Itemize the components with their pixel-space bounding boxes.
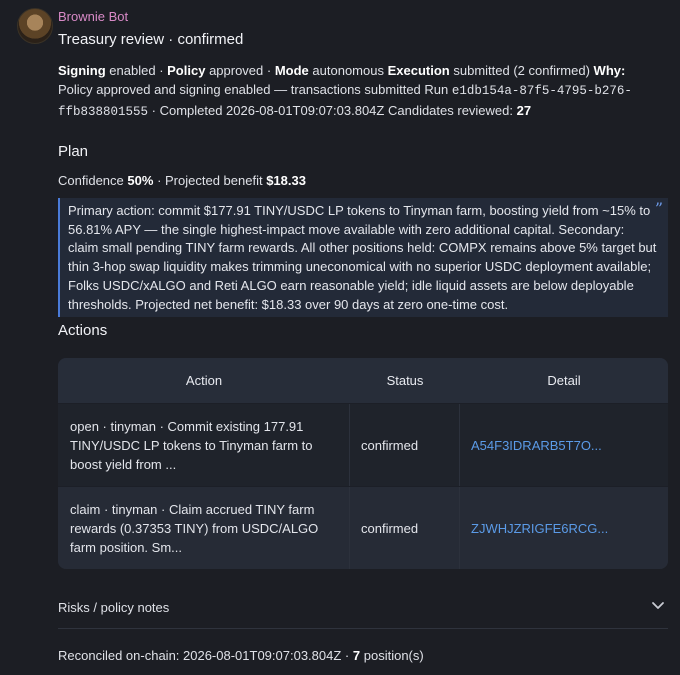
quote-icon: ”	[654, 199, 663, 218]
row-status: confirmed	[350, 487, 460, 569]
plan-heading: Plan	[58, 143, 89, 160]
why-label: Why:	[593, 63, 626, 78]
policy-value: approved	[209, 63, 264, 78]
row-detail-link[interactable]: A54F3IDRARB5T7O...	[460, 404, 668, 486]
row-action: open · tinyman · Commit existing 177.91 …	[58, 404, 350, 486]
execution-value: submitted (2 confirmed)	[453, 63, 590, 78]
actions-heading: Actions	[58, 322, 108, 339]
completed-text: · Completed 2026-08-01T09:07:03.804Z	[151, 103, 385, 118]
policy-label: Policy	[167, 63, 206, 78]
bot-avatar	[17, 8, 53, 44]
risks-label: Risks / policy notes	[58, 600, 170, 615]
mode-value: autonomous	[312, 63, 384, 78]
candidates-label: Candidates reviewed:	[387, 103, 514, 118]
benefit-label: · Projected benefit	[157, 173, 263, 188]
why-text: Policy approved and signing enabled — tr…	[58, 82, 421, 97]
reconciled-text: Reconciled on-chain: 2026-08-01T09:07:03…	[58, 648, 350, 663]
positions-value: 7	[352, 648, 361, 663]
plan-summary-quote: Primary action: commit $177.91 TINY/USDC…	[58, 198, 668, 318]
confidence-label: Confidence	[58, 173, 124, 188]
header-action: Action	[185, 373, 223, 388]
header-status: Status	[386, 373, 424, 388]
execution-label: Execution	[387, 63, 450, 78]
confidence-value: 50%	[127, 173, 154, 188]
candidates-value: 27	[516, 103, 532, 118]
chevron-down-icon[interactable]	[651, 598, 665, 616]
actions-table: Action Status Detail open · tinyman · Co…	[58, 358, 668, 569]
reconciled-footer: Reconciled on-chain: 2026-08-01T09:07:03…	[58, 648, 424, 663]
table-header: Action Status Detail	[58, 358, 668, 403]
run-label: Run	[424, 82, 449, 97]
header-detail: Detail	[547, 373, 581, 388]
table-row: claim · tinyman · Claim accrued TINY far…	[58, 486, 668, 569]
signing-label: Signing	[58, 63, 106, 78]
positions-label: position(s)	[363, 648, 424, 663]
mode-label: Mode	[274, 63, 309, 78]
benefit-value: $18.33	[266, 173, 306, 188]
risks-disclosure[interactable]: Risks / policy notes	[58, 598, 668, 629]
status-summary: Signing enabled · Policy approved · Mode…	[58, 63, 632, 119]
plan-summary-text: Primary action: commit $177.91 TINY/USDC…	[68, 203, 657, 312]
row-status: confirmed	[350, 404, 460, 486]
row-detail-link[interactable]: ZJWHJZRIGFE6RCG...	[460, 487, 668, 569]
signing-value: enabled	[109, 63, 156, 78]
message-title: Treasury review · confirmed	[58, 31, 244, 48]
bot-name: Brownie Bot	[58, 9, 129, 24]
plan-confidence: Confidence 50% · Projected benefit $18.3…	[58, 173, 306, 188]
row-action: claim · tinyman · Claim accrued TINY far…	[58, 487, 350, 569]
table-row: open · tinyman · Commit existing 177.91 …	[58, 403, 668, 486]
